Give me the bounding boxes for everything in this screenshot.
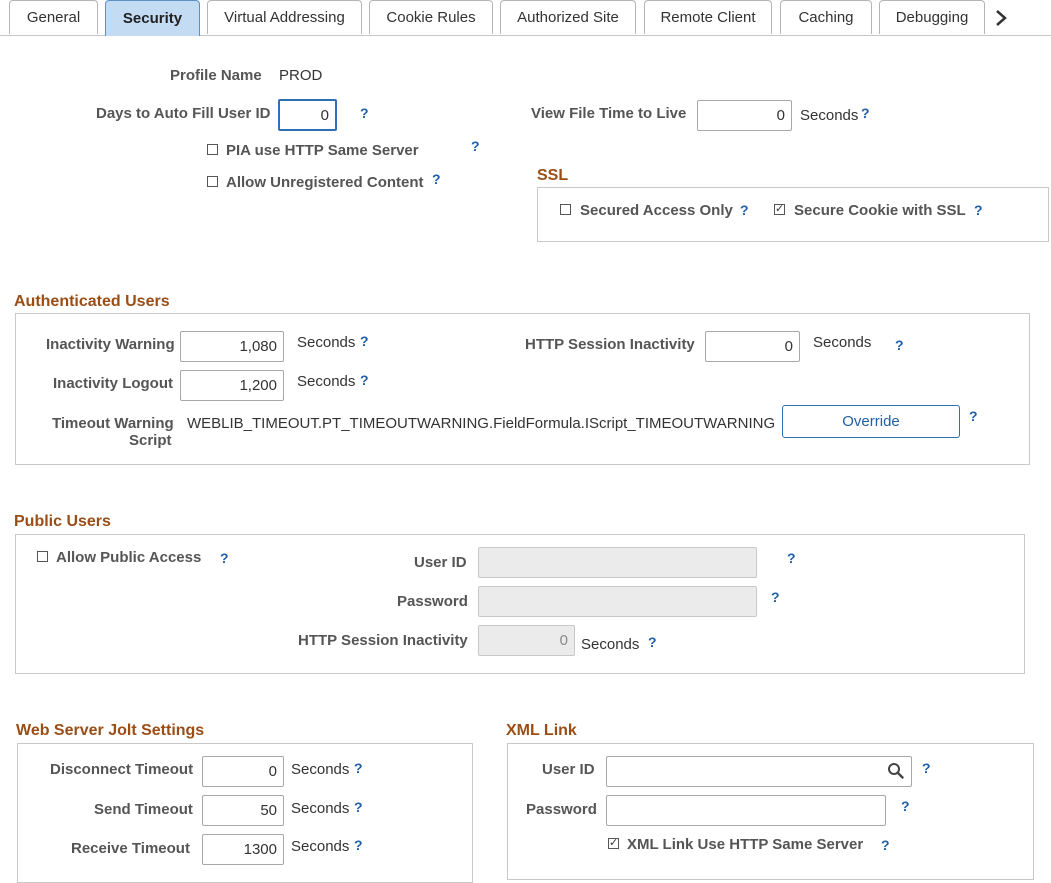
pia-same-server-checkbox[interactable] xyxy=(207,144,218,155)
xml-link-header: XML Link xyxy=(506,722,577,739)
inactivity-warning-input[interactable]: 1,080 xyxy=(180,331,284,362)
inactivity-logout-help-icon[interactable]: ? xyxy=(360,372,369,388)
receive-timeout-input[interactable]: 1300 xyxy=(202,834,284,865)
receive-timeout-label: Receive Timeout xyxy=(71,840,190,857)
xml-user-id-help-icon[interactable]: ? xyxy=(922,760,931,776)
timeout-script-label-2: Script xyxy=(129,432,172,449)
public-http-session-label: HTTP Session Inactivity xyxy=(298,632,468,649)
search-icon[interactable] xyxy=(887,762,905,780)
inactivity-logout-seconds: Seconds xyxy=(297,373,356,390)
view-file-ttl-help-icon[interactable]: ? xyxy=(861,105,870,121)
public-user-id-label: User ID xyxy=(414,554,467,571)
inactivity-logout-input[interactable]: 1,200 xyxy=(180,370,284,401)
secured-access-checkbox[interactable] xyxy=(560,204,571,215)
view-file-ttl-label: View File Time to Live xyxy=(531,105,687,122)
allow-public-access-checkbox[interactable] xyxy=(37,551,48,562)
disconnect-timeout-help-icon[interactable]: ? xyxy=(354,760,363,776)
allow-unregistered-checkbox[interactable] xyxy=(207,176,218,187)
view-file-ttl-seconds: Seconds xyxy=(800,107,859,124)
tab-cookie-rules[interactable]: Cookie Rules xyxy=(369,0,493,34)
xml-password-help-icon[interactable]: ? xyxy=(901,798,910,814)
allow-unregistered-label: Allow Unregistered Content xyxy=(226,174,424,191)
profile-name-value: PROD xyxy=(279,67,323,84)
public-user-id-help-icon[interactable]: ? xyxy=(787,550,796,566)
tab-bar: General Security Virtual Addressing Cook… xyxy=(0,0,1051,36)
allow-public-access-help-icon[interactable]: ? xyxy=(220,550,229,566)
public-http-session-seconds: Seconds xyxy=(581,636,640,653)
allow-public-access-label: Allow Public Access xyxy=(56,549,202,566)
tab-remote-client[interactable]: Remote Client xyxy=(644,0,772,34)
chevron-right-icon[interactable] xyxy=(992,6,1012,30)
days-autofill-help-icon[interactable]: ? xyxy=(360,105,369,121)
public-password-input[interactable] xyxy=(478,586,757,617)
secure-cookie-label: Secure Cookie with SSL xyxy=(794,202,966,219)
allow-unregistered-help-icon[interactable]: ? xyxy=(432,171,441,187)
http-session-inactivity-label: HTTP Session Inactivity xyxy=(525,336,695,353)
public-password-help-icon[interactable]: ? xyxy=(771,589,780,605)
inactivity-warning-label: Inactivity Warning xyxy=(46,336,175,353)
secured-access-help-icon[interactable]: ? xyxy=(740,202,749,218)
disconnect-timeout-label: Disconnect Timeout xyxy=(50,761,194,778)
timeout-script-value: WEBLIB_TIMEOUT.PT_TIMEOUTWARNING.FieldFo… xyxy=(187,415,776,432)
send-timeout-input[interactable]: 50 xyxy=(202,795,284,826)
pia-same-server-label: PIA use HTTP Same Server xyxy=(226,142,419,159)
tab-general[interactable]: General xyxy=(9,0,98,34)
xml-password-label: Password xyxy=(526,801,597,818)
xml-user-id-label: User ID xyxy=(542,761,595,778)
public-http-session-input[interactable]: 0 xyxy=(478,625,575,656)
send-timeout-seconds: Seconds xyxy=(291,800,350,817)
days-autofill-label: Days to Auto Fill User ID xyxy=(96,105,271,122)
send-timeout-help-icon[interactable]: ? xyxy=(354,799,363,815)
tab-authorized-site[interactable]: Authorized Site xyxy=(500,0,636,34)
profile-name-label: Profile Name xyxy=(170,67,262,84)
xml-same-server-label: XML Link Use HTTP Same Server xyxy=(627,836,864,853)
pia-same-server-help-icon[interactable]: ? xyxy=(471,138,480,154)
disconnect-timeout-input[interactable]: 0 xyxy=(202,756,284,787)
override-help-icon[interactable]: ? xyxy=(969,408,978,424)
http-session-inactivity-seconds: Seconds xyxy=(813,334,872,351)
send-timeout-label: Send Timeout xyxy=(94,801,193,818)
inactivity-warning-help-icon[interactable]: ? xyxy=(360,333,369,349)
secured-access-label: Secured Access Only xyxy=(580,202,733,219)
jolt-settings-header: Web Server Jolt Settings xyxy=(16,722,205,739)
http-session-inactivity-help-icon[interactable]: ? xyxy=(895,337,904,353)
xml-user-id-input[interactable] xyxy=(606,756,912,787)
tab-debugging[interactable]: Debugging xyxy=(879,0,985,34)
tab-caching[interactable]: Caching xyxy=(780,0,872,34)
http-session-inactivity-input[interactable]: 0 xyxy=(705,331,800,362)
inactivity-logout-label: Inactivity Logout xyxy=(53,375,173,392)
receive-timeout-help-icon[interactable]: ? xyxy=(354,837,363,853)
view-file-ttl-input[interactable]: 0 xyxy=(697,100,792,131)
public-user-id-input[interactable] xyxy=(478,547,757,578)
xml-password-input[interactable] xyxy=(606,795,886,826)
public-users-header: Public Users xyxy=(14,513,111,530)
tab-security[interactable]: Security xyxy=(105,0,200,36)
receive-timeout-seconds: Seconds xyxy=(291,838,350,855)
inactivity-warning-seconds: Seconds xyxy=(297,334,356,351)
tab-virtual-addressing[interactable]: Virtual Addressing xyxy=(207,0,362,34)
override-button[interactable]: Override xyxy=(782,405,960,438)
timeout-script-label-1: Timeout Warning xyxy=(52,415,174,432)
ssl-header: SSL xyxy=(537,167,569,184)
public-password-label: Password xyxy=(397,593,468,610)
xml-same-server-checkbox[interactable]: ✓ xyxy=(608,838,619,849)
xml-same-server-help-icon[interactable]: ? xyxy=(881,837,890,853)
public-http-session-help-icon[interactable]: ? xyxy=(648,634,657,650)
disconnect-timeout-seconds: Seconds xyxy=(291,761,350,778)
secure-cookie-checkbox[interactable]: ✓ xyxy=(774,204,785,215)
secure-cookie-help-icon[interactable]: ? xyxy=(974,202,983,218)
authenticated-users-header: Authenticated Users xyxy=(14,293,170,310)
days-autofill-input[interactable]: 0 xyxy=(278,99,337,131)
